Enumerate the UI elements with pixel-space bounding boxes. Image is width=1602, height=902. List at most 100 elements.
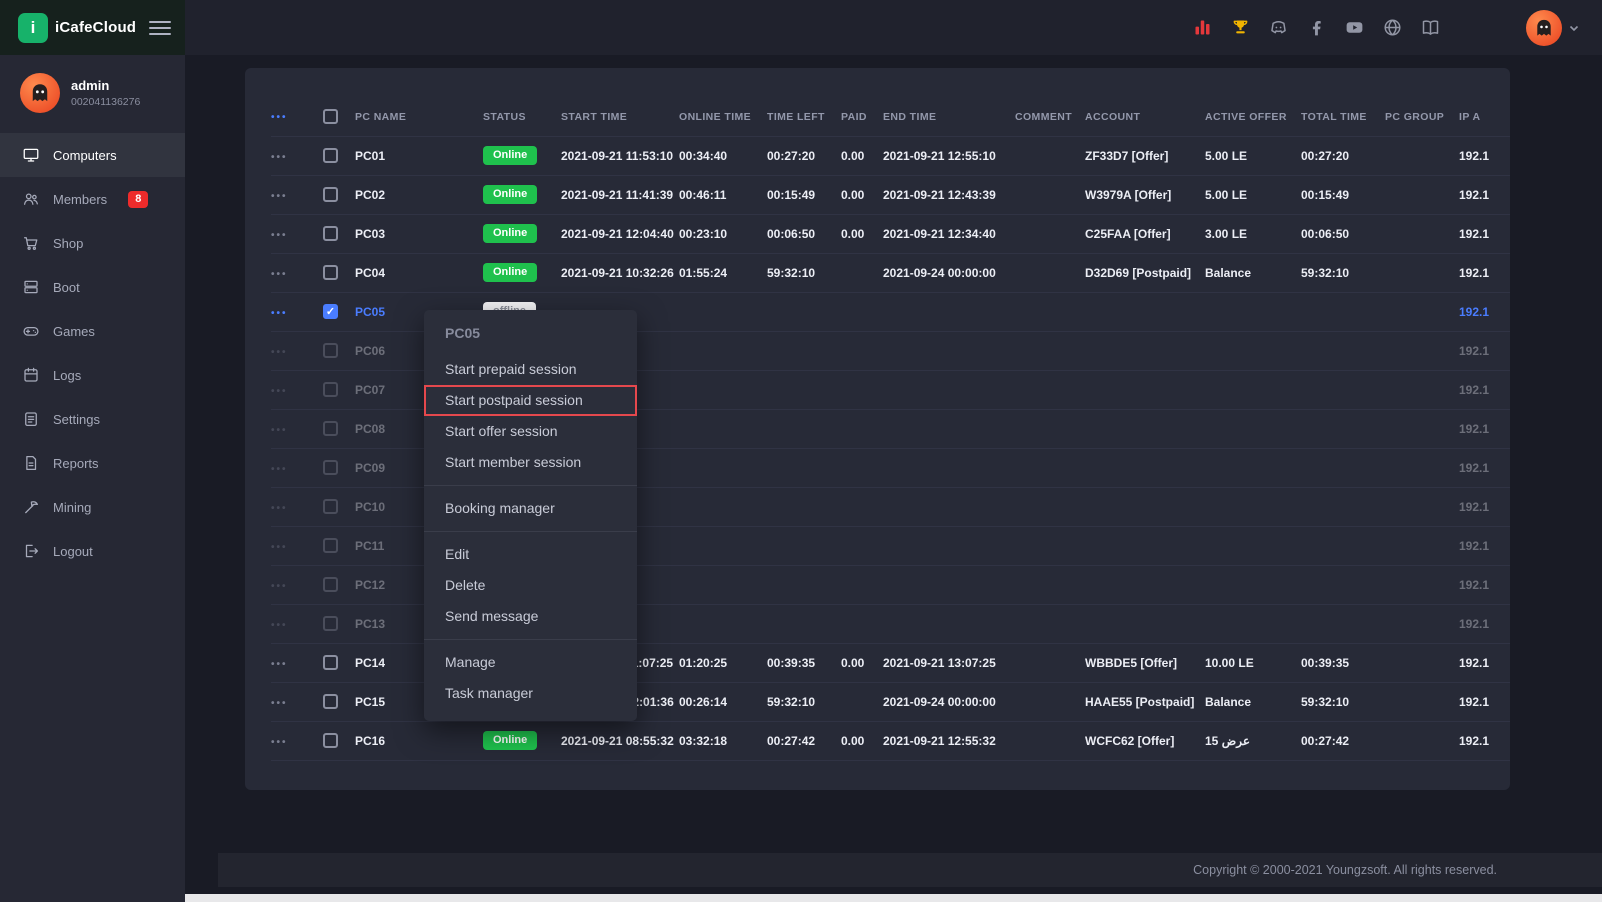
row-checkbox[interactable] <box>323 616 338 631</box>
menu-item-start-postpaid-session[interactable]: Start postpaid session <box>424 385 637 416</box>
menu-item-start-prepaid-session[interactable]: Start prepaid session <box>424 354 637 385</box>
row-actions-icon[interactable]: ••• <box>271 347 288 358</box>
cell-active-offer: Balance <box>1205 253 1301 292</box>
context-menu-group: EditDeleteSend message <box>424 531 637 634</box>
table-header-row: ••• PC NAMESTATUSSTART TIMEONLINE TIMETI… <box>271 98 1510 136</box>
row-checkbox[interactable] <box>323 421 338 436</box>
cell-start-time: 2021-09-21 11:53:10 <box>561 136 679 175</box>
row-actions-icon[interactable]: ••• <box>271 620 288 631</box>
table-row-pc16[interactable]: ••• PC16 Online 2021-09-21 08:55:32 03:3… <box>271 721 1510 760</box>
cell-ip: 192.1 <box>1459 448 1510 487</box>
row-actions-icon[interactable]: ••• <box>271 659 288 670</box>
header-actions-icon[interactable]: ••• <box>271 112 288 123</box>
table-row-pc01[interactable]: ••• PC01 Online 2021-09-21 11:53:10 00:3… <box>271 136 1510 175</box>
cell-ip: 192.1 <box>1459 565 1510 604</box>
row-checkbox[interactable] <box>323 694 338 709</box>
cell-online-time: 00:34:40 <box>679 136 767 175</box>
book-icon[interactable] <box>1420 17 1441 38</box>
users-icon <box>22 190 40 208</box>
menu-item-start-member-session[interactable]: Start member session <box>424 447 637 478</box>
menu-item-start-offer-session[interactable]: Start offer session <box>424 416 637 447</box>
row-checkbox[interactable] <box>323 187 338 202</box>
sidebar-item-settings[interactable]: Settings <box>0 397 185 441</box>
row-actions-icon[interactable]: ••• <box>271 698 288 709</box>
row-checkbox[interactable] <box>323 226 338 241</box>
sidebar-item-label: Settings <box>53 412 100 427</box>
row-actions-icon[interactable]: ••• <box>271 503 288 514</box>
row-checkbox[interactable] <box>323 538 338 553</box>
sidebar-item-boot[interactable]: Boot <box>0 265 185 309</box>
cell-time-left <box>767 487 841 526</box>
row-actions-icon[interactable]: ••• <box>271 464 288 475</box>
youtube-icon[interactable] <box>1344 17 1365 38</box>
user-menu[interactable] <box>1526 10 1580 46</box>
cell-paid <box>841 253 883 292</box>
table-row-pc04[interactable]: ••• PC04 Online 2021-09-21 10:32:26 01:5… <box>271 253 1510 292</box>
hamburger-menu-icon[interactable] <box>149 17 171 39</box>
discord-icon[interactable] <box>1268 17 1289 38</box>
logo[interactable]: i iCafeCloud <box>18 13 136 43</box>
row-checkbox[interactable] <box>323 577 338 592</box>
menu-item-send-message[interactable]: Send message <box>424 601 637 632</box>
row-checkbox[interactable]: ✓ <box>323 304 338 319</box>
apps-icon[interactable] <box>1192 17 1213 38</box>
facebook-icon[interactable] <box>1306 17 1327 38</box>
cell-total-time: 00:27:42 <box>1301 721 1385 760</box>
row-checkbox[interactable] <box>323 499 338 514</box>
cell-active-offer: 10.00 LE <box>1205 643 1301 682</box>
menu-item-booking-manager[interactable]: Booking manager <box>424 493 637 524</box>
cell-end-time <box>883 331 1015 370</box>
menu-item-delete[interactable]: Delete <box>424 570 637 601</box>
cell-comment <box>1015 136 1085 175</box>
cell-active-offer: 3.00 LE <box>1205 214 1301 253</box>
trophy-icon[interactable] <box>1230 17 1251 38</box>
sidebar-item-logout[interactable]: Logout <box>0 529 185 573</box>
copyright: Copyright © 2000-2021 Youngzsoft. All ri… <box>1193 863 1497 877</box>
menu-item-manage[interactable]: Manage <box>424 647 637 678</box>
cell-status: Online <box>483 214 561 253</box>
sidebar-item-logs[interactable]: Logs <box>0 353 185 397</box>
sidebar-item-members[interactable]: Members 8 <box>0 177 185 221</box>
row-checkbox[interactable] <box>323 733 338 748</box>
sidebar-item-games[interactable]: Games <box>0 309 185 353</box>
status-badge-online: Online <box>483 224 537 243</box>
row-actions-icon[interactable]: ••• <box>271 425 288 436</box>
row-actions-icon[interactable]: ••• <box>271 191 288 202</box>
globe-icon[interactable] <box>1382 17 1403 38</box>
cell-ip: 192.1 <box>1459 253 1510 292</box>
cell-status: Online <box>483 253 561 292</box>
row-actions-icon[interactable]: ••• <box>271 230 288 241</box>
row-actions-icon[interactable]: ••• <box>271 581 288 592</box>
sidebar-item-reports[interactable]: Reports <box>0 441 185 485</box>
sidebar-item-mining[interactable]: Mining <box>0 485 185 529</box>
cell-account <box>1085 487 1205 526</box>
table-row-pc03[interactable]: ••• PC03 Online 2021-09-21 12:04:40 00:2… <box>271 214 1510 253</box>
table-row-pc02[interactable]: ••• PC02 Online 2021-09-21 11:41:39 00:4… <box>271 175 1510 214</box>
cell-time-left: 00:15:49 <box>767 175 841 214</box>
cell-comment <box>1015 565 1085 604</box>
select-all-checkbox[interactable] <box>323 109 338 124</box>
cell-pc-group <box>1385 448 1459 487</box>
row-checkbox[interactable] <box>323 148 338 163</box>
row-actions-icon[interactable]: ••• <box>271 269 288 280</box>
sidebar-item-computers[interactable]: Computers <box>0 133 185 177</box>
cell-time-left <box>767 292 841 331</box>
menu-item-edit[interactable]: Edit <box>424 539 637 570</box>
cell-end-time <box>883 370 1015 409</box>
row-checkbox[interactable] <box>323 655 338 670</box>
row-actions-icon[interactable]: ••• <box>271 308 288 319</box>
cell-ip: 192.1 <box>1459 409 1510 448</box>
cell-end-time <box>883 565 1015 604</box>
cell-pc-group <box>1385 682 1459 721</box>
row-actions-icon[interactable]: ••• <box>271 386 288 397</box>
row-checkbox[interactable] <box>323 343 338 358</box>
sidebar-item-shop[interactable]: Shop <box>0 221 185 265</box>
row-checkbox[interactable] <box>323 460 338 475</box>
row-actions-icon[interactable]: ••• <box>271 152 288 163</box>
row-checkbox[interactable] <box>323 265 338 280</box>
menu-item-task-manager[interactable]: Task manager <box>424 678 637 709</box>
row-actions-icon[interactable]: ••• <box>271 542 288 553</box>
row-actions-icon[interactable]: ••• <box>271 737 288 748</box>
row-checkbox[interactable] <box>323 382 338 397</box>
status-badge-online: Online <box>483 731 537 750</box>
